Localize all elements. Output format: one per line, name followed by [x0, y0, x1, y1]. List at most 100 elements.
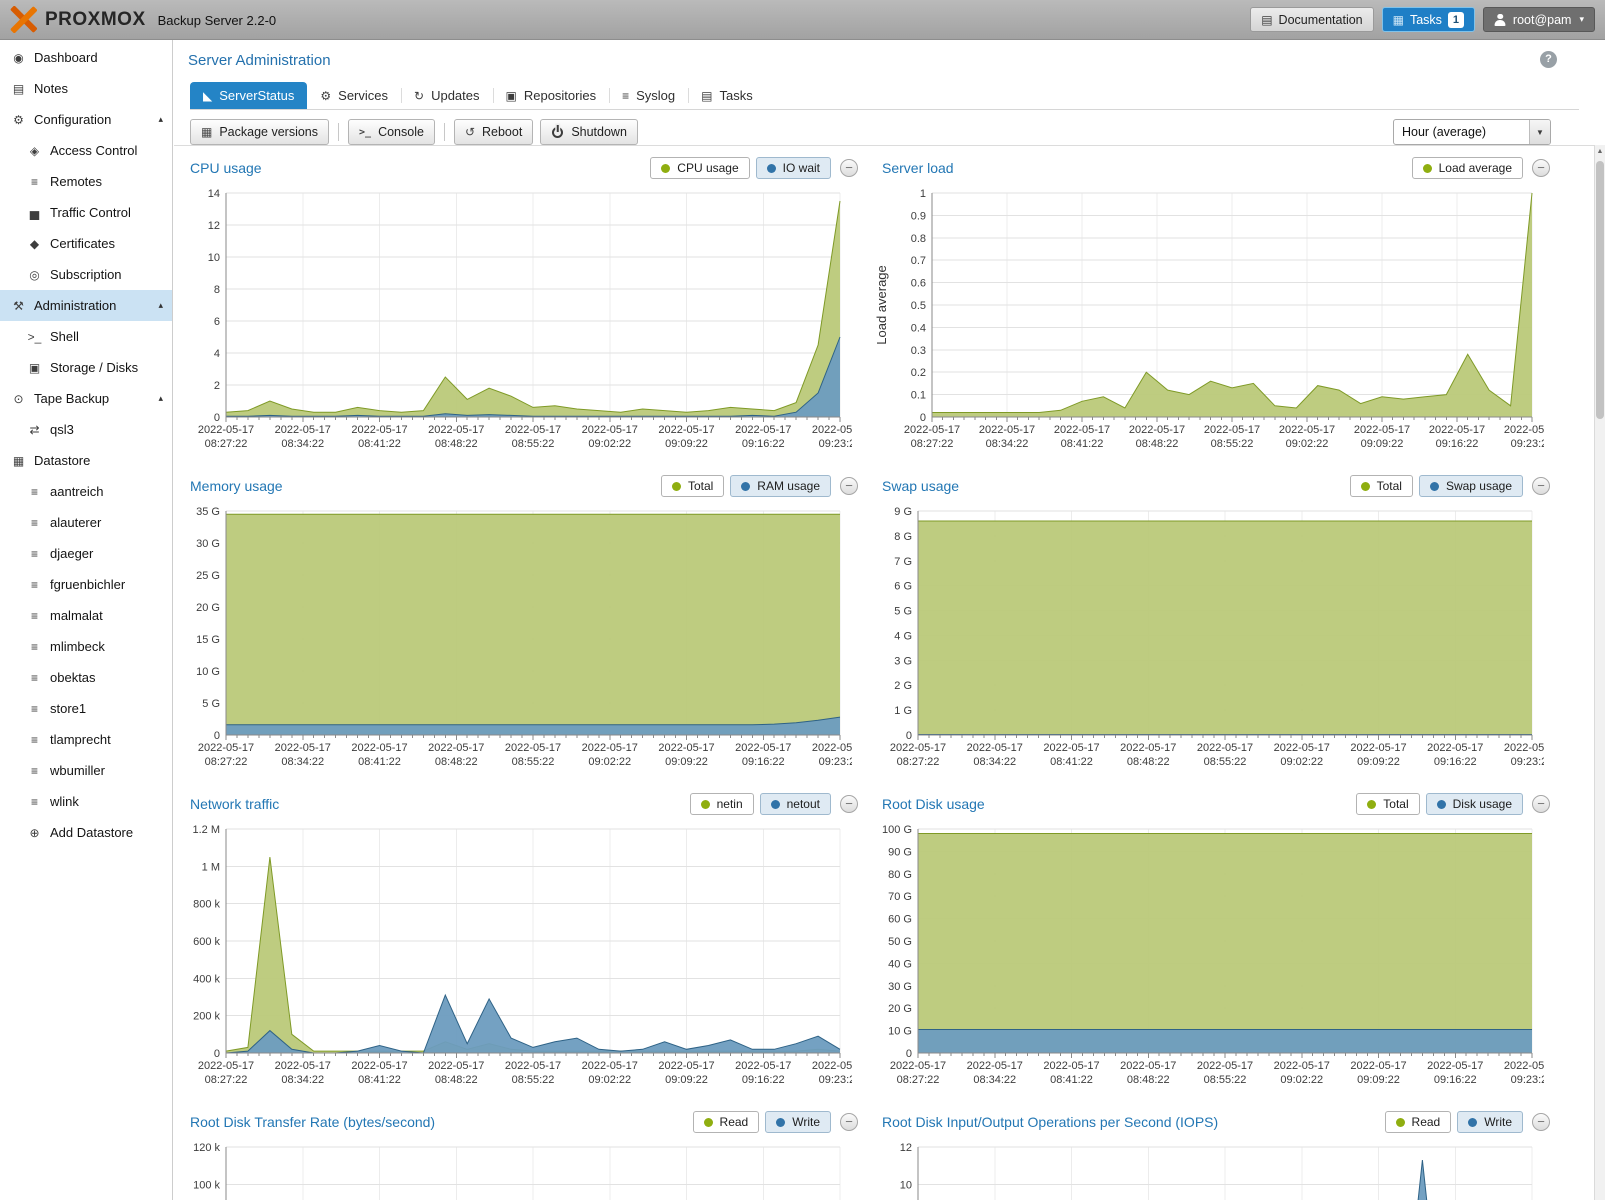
console-button[interactable]: >_ Console: [348, 119, 435, 145]
collapse-icon[interactable]: −: [840, 159, 858, 177]
svg-text:9 G: 9 G: [894, 506, 912, 518]
sidebar-item-certificates[interactable]: ◆Certificates: [0, 228, 172, 259]
sidebar-item-qsl3[interactable]: ⇄qsl3: [0, 414, 172, 445]
legend-toggle-cpu-usage[interactable]: CPU usage: [650, 157, 749, 179]
sidebar-item-traffic-control[interactable]: ▅Traffic Control: [0, 197, 172, 228]
tab-repositories[interactable]: ▣Repositories: [493, 82, 610, 109]
chart-title: Root Disk Input/Output Operations per Se…: [882, 1114, 1218, 1130]
sidebar-item-mlimbeck[interactable]: ≡mlimbeck: [0, 631, 172, 662]
package-versions-button[interactable]: ▦ Package versions: [190, 119, 329, 145]
sidebar-item-label: store1: [50, 701, 86, 716]
svg-text:09:23:22: 09:23:22: [819, 756, 852, 768]
sidebar-item-alauterer[interactable]: ≡alauterer: [0, 507, 172, 538]
documentation-button[interactable]: ▤ Documentation: [1250, 7, 1373, 32]
legend-toggle-ram-usage[interactable]: RAM usage: [730, 475, 831, 497]
sidebar-item-tape-backup[interactable]: ⊙Tape Backup▴: [0, 383, 172, 414]
chevron-up-icon: ▴: [158, 393, 163, 404]
tasks-label: Tasks: [1410, 13, 1442, 27]
collapse-icon[interactable]: −: [1532, 1113, 1550, 1131]
svg-text:2022-05-17: 2022-05-17: [1427, 1060, 1483, 1072]
legend-toggle-swap-usage[interactable]: Swap usage: [1419, 475, 1523, 497]
help-icon[interactable]: ?: [1540, 51, 1557, 68]
sidebar-item-access-control[interactable]: ◈Access Control: [0, 135, 172, 166]
sidebar-item-remotes[interactable]: ≡Remotes: [0, 166, 172, 197]
legend-toggle-total[interactable]: Total: [1356, 793, 1419, 815]
legend-toggle-write[interactable]: Write: [765, 1111, 831, 1133]
collapse-icon[interactable]: −: [1532, 159, 1550, 177]
chart-svg-root-disk-usage: 100 G90 G80 G70 G60 G50 G40 G30 G20 G10 …: [872, 819, 1544, 1095]
tab-updates[interactable]: ↻Updates: [401, 82, 492, 109]
legend-toggle-netout[interactable]: netout: [760, 793, 831, 815]
reboot-button[interactable]: ↺ Reboot: [454, 119, 533, 145]
sidebar-item-add-datastore[interactable]: ⊕Add Datastore: [0, 817, 172, 848]
sidebar-item-wlink[interactable]: ≡wlink: [0, 786, 172, 817]
legend-toggle-disk-usage[interactable]: Disk usage: [1426, 793, 1523, 815]
legend-toggle-total[interactable]: Total: [1350, 475, 1413, 497]
svg-text:5 G: 5 G: [894, 606, 912, 618]
sidebar-item-store1[interactable]: ≡store1: [0, 693, 172, 724]
sidebar-item-subscription[interactable]: ◎Subscription: [0, 259, 172, 290]
sidebar-item-shell[interactable]: >_Shell: [0, 321, 172, 352]
sidebar-item-label: qsl3: [50, 422, 74, 437]
tab-serverstatus[interactable]: ◣ServerStatus: [190, 82, 307, 109]
chart-title: Root Disk Transfer Rate (bytes/second): [190, 1114, 435, 1130]
content-header: Server Administration ?: [174, 40, 1605, 82]
legend-toggle-total[interactable]: Total: [661, 475, 724, 497]
sidebar-item-label: tlamprecht: [50, 732, 111, 747]
collapse-icon[interactable]: −: [1532, 795, 1550, 813]
tab-services[interactable]: ⚙Services: [307, 82, 401, 109]
collapse-icon[interactable]: −: [1532, 477, 1550, 495]
svg-text:20 G: 20 G: [196, 602, 220, 614]
tab-label: Services: [338, 88, 388, 103]
collapse-icon[interactable]: −: [840, 795, 858, 813]
legend-label: Total: [688, 479, 713, 493]
svg-text:09:23:22: 09:23:22: [819, 1074, 852, 1086]
legend-toggle-io-wait[interactable]: IO wait: [756, 157, 831, 179]
svg-text:09:09:22: 09:09:22: [1357, 756, 1400, 768]
legend-dot: [1396, 1118, 1405, 1127]
scroll-up-icon[interactable]: ▲: [1595, 145, 1605, 158]
svg-text:09:02:22: 09:02:22: [1280, 756, 1323, 768]
sidebar-item-aantreich[interactable]: ≡aantreich: [0, 476, 172, 507]
sidebar-item-dashboard[interactable]: ◉Dashboard: [0, 42, 172, 73]
svg-text:0.7: 0.7: [911, 255, 926, 267]
sidebar-item-tlamprecht[interactable]: ≡tlamprecht: [0, 724, 172, 755]
sidebar-item-djaeger[interactable]: ≡djaeger: [0, 538, 172, 569]
svg-text:08:41:22: 08:41:22: [358, 1074, 401, 1086]
sidebar-item-obektas[interactable]: ≡obektas: [0, 662, 172, 693]
collapse-icon[interactable]: −: [840, 477, 858, 495]
add-circle-icon: ⊕: [25, 826, 44, 840]
sidebar-item-administration[interactable]: ⚒Administration▴: [0, 290, 172, 321]
scrollbar-thumb[interactable]: [1596, 161, 1604, 419]
user-menu-button[interactable]: root@pam ▾: [1483, 7, 1595, 32]
sidebar-item-label: Certificates: [50, 236, 115, 251]
legend-toggle-netin[interactable]: netin: [690, 793, 754, 815]
svg-text:2022-05-17: 2022-05-17: [505, 1060, 561, 1072]
top-bar: PROXMOX Backup Server 2.2-0 ▤ Documentat…: [0, 0, 1605, 40]
sidebar-item-datastore[interactable]: ▦Datastore: [0, 445, 172, 476]
sidebar-item-label: Subscription: [50, 267, 122, 282]
tab-syslog[interactable]: ≡Syslog: [609, 82, 688, 109]
timeframe-select[interactable]: Hour (average) ▼: [1393, 119, 1551, 145]
sidebar-item-storage-disks[interactable]: ▣Storage / Disks: [0, 352, 172, 383]
tab-tasks[interactable]: ▤Tasks: [688, 82, 766, 109]
sidebar-item-notes[interactable]: ▤Notes: [0, 73, 172, 104]
tab-label: Repositories: [524, 88, 596, 103]
product-version: Backup Server 2.2-0: [158, 13, 277, 28]
sidebar-item-configuration[interactable]: ⚙Configuration▴: [0, 104, 172, 135]
traffic-chart-icon: ▅: [25, 206, 44, 220]
legend-toggle-write[interactable]: Write: [1457, 1111, 1523, 1133]
sidebar-item-malmalat[interactable]: ≡malmalat: [0, 600, 172, 631]
shutdown-button[interactable]: Shutdown: [540, 119, 638, 145]
legend-toggle-load-average[interactable]: Load average: [1412, 157, 1523, 179]
tasks-button[interactable]: ▦ Tasks 1: [1382, 7, 1475, 32]
vertical-scrollbar[interactable]: ▲: [1594, 145, 1605, 1200]
collapse-icon[interactable]: −: [840, 1113, 858, 1131]
chart-panel-server-load: Server loadLoad average−10.90.80.70.60.5…: [872, 153, 1556, 459]
legend-toggle-read[interactable]: Read: [1385, 1111, 1452, 1133]
svg-text:12: 12: [900, 1142, 912, 1154]
sidebar-item-fgruenbichler[interactable]: ≡fgruenbichler: [0, 569, 172, 600]
legend-toggle-read[interactable]: Read: [693, 1111, 760, 1133]
sidebar-item-wbumiller[interactable]: ≡wbumiller: [0, 755, 172, 786]
key-icon: ◈: [25, 144, 44, 158]
